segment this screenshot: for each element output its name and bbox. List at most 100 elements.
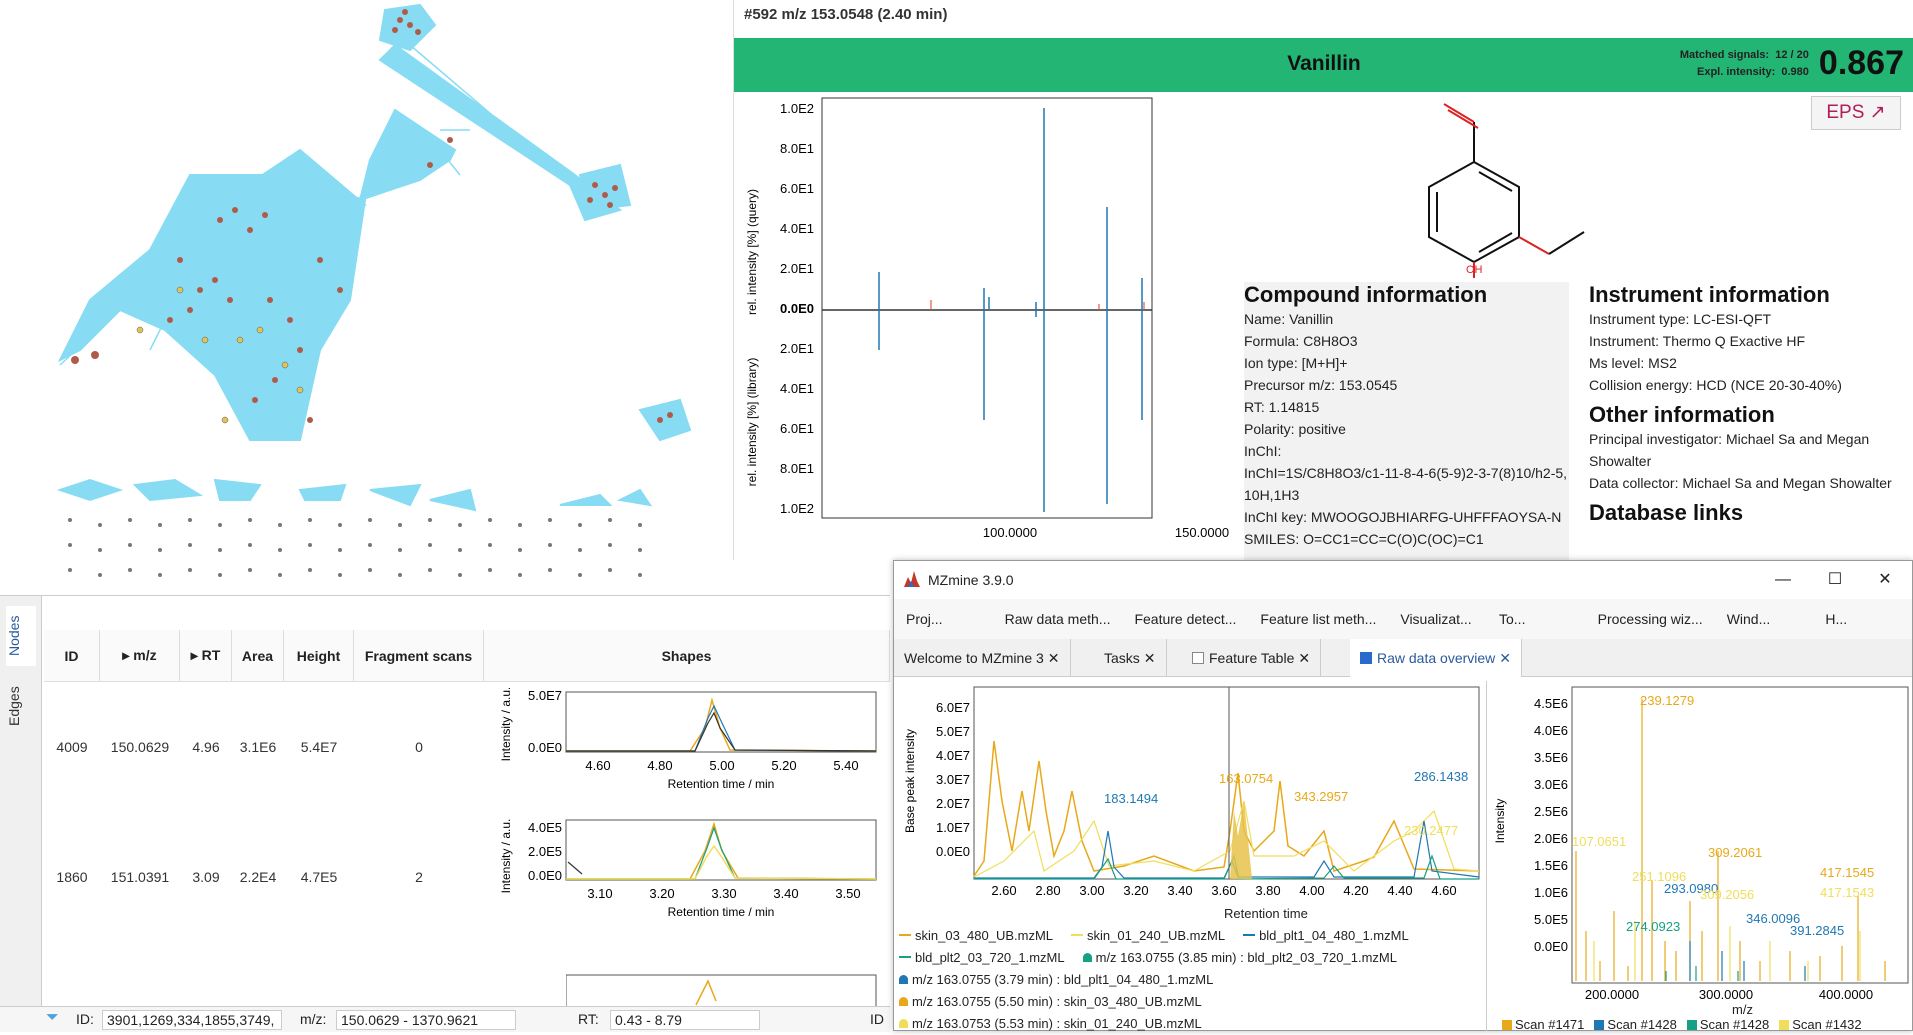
legend-item[interactable]: bld_plt1_04_480_1.mzML <box>1243 925 1409 947</box>
chrom-xtick: 2.60 <box>991 883 1016 898</box>
matched-signals-label: Matched signals: <box>1679 48 1770 61</box>
tab-tasks-label: Tasks <box>1104 650 1140 666</box>
col-header-height[interactable]: Height <box>284 630 354 682</box>
spec-ytick: 4.5E6 <box>1534 696 1568 711</box>
filter-mz-label: m/z: <box>300 1011 327 1027</box>
maximize-icon[interactable]: ☐ <box>1812 565 1858 595</box>
col-header-rt[interactable]: ▸ RT <box>180 630 232 682</box>
chromatogram-plot[interactable]: Base peak intensity 6.0E7 5.0E7 4.0E7 3.… <box>894 681 1484 903</box>
tab-tasks[interactable]: Tasks ✕ <box>1094 639 1167 677</box>
spec-peak-label: 391.2845 <box>1790 923 1844 938</box>
menu-project[interactable]: Proj... <box>894 611 993 627</box>
split-divider[interactable] <box>1486 681 1487 1031</box>
col-header-shapes[interactable]: Shapes <box>484 630 890 682</box>
menu-visualization[interactable]: Visualizat... <box>1388 611 1487 627</box>
close-tab-icon[interactable]: ✕ <box>1048 650 1060 666</box>
legend-item[interactable]: skin_01_240_UB.mzML <box>1071 925 1225 947</box>
compound-info-line: SMILES: O=CC1=CC=C(O)C(OC)=C1 <box>1244 531 1484 547</box>
score-block: Matched signals: 12 / 20 Expl. intensity… <box>1680 44 1904 83</box>
legend-item[interactable]: Scan #1432 <box>1779 1017 1862 1032</box>
chrom-xtick: 4.20 <box>1343 883 1368 898</box>
close-tab-icon[interactable]: ✕ <box>1298 650 1310 666</box>
mzmine-titlebar[interactable]: MZmine 3.9.0 — ☐ ✕ <box>894 561 1912 599</box>
tab-raw-data-overview[interactable]: Raw data overview ✕ <box>1350 639 1523 677</box>
chrom-peak-label: 343.2957 <box>1294 789 1348 804</box>
spectrum-plot[interactable]: Intensity 4.5E6 4.0E6 3.5E6 3.0E6 2.5E6 … <box>1490 681 1913 1011</box>
shape-plot-row-1[interactable]: Intensity / a.u. 5.0E7 0.0E0 4.60 4.80 5… <box>490 688 890 808</box>
checkbox-icon[interactable] <box>1192 652 1204 664</box>
col-header-area[interactable]: Area <box>232 630 284 682</box>
network-graph[interactable] <box>0 0 733 595</box>
close-tab-icon[interactable]: ✕ <box>1144 650 1156 666</box>
mirror-plot[interactable]: rel. intensity [%] (query) rel. intensit… <box>734 92 1244 562</box>
menu-bar: Proj... Raw data meth... Feature detect.… <box>894 599 1912 639</box>
spec-ytick: 3.0E6 <box>1534 777 1568 792</box>
spec-peak-label: 107.0651 <box>1572 834 1626 849</box>
chrom-ytick: 3.0E7 <box>936 772 970 787</box>
compound-info-line: InChI=1S/C8H8O3/c1-11-8-4-6(5-9)2-3-7(8)… <box>1244 465 1568 503</box>
cell-id: 1860 <box>56 869 88 885</box>
legend-item[interactable]: m/z 163.0755 (5.50 min) : skin_03_480_UB… <box>899 991 1489 1013</box>
mzmine-window[interactable]: MZmine 3.9.0 — ☐ ✕ Proj... Raw data meth… <box>893 560 1913 1032</box>
spec-ytick: 4.0E6 <box>1534 723 1568 738</box>
compound-info-line: Polarity: positive <box>1244 421 1346 437</box>
legend-item[interactable]: m/z 163.0753 (5.53 min) : skin_01_240_UB… <box>899 1013 1489 1035</box>
database-links-title: Database links <box>1589 500 1744 525</box>
tab-feature-table[interactable]: Feature Table ✕ <box>1182 639 1322 677</box>
structure-oh-label: OH <box>1466 264 1483 276</box>
tab-edges[interactable]: Edges <box>6 676 36 736</box>
menu-processing-wizard[interactable]: Processing wiz... <box>1586 611 1715 627</box>
export-eps-button[interactable]: EPS ↗ <box>1811 96 1901 130</box>
minimize-icon[interactable]: — <box>1760 565 1806 595</box>
spec-ytick: 2.5E6 <box>1534 804 1568 819</box>
tab-nodes[interactable]: Nodes <box>6 606 36 666</box>
spec-peak-label: 309.2061 <box>1708 845 1762 860</box>
ytick: 2.0E1 <box>780 261 814 276</box>
menu-raw-data-methods[interactable]: Raw data meth... <box>993 611 1123 627</box>
legend-item[interactable]: Scan #1428 <box>1594 1017 1677 1032</box>
cell-rt: 4.96 <box>192 739 220 755</box>
match-header: #592 m/z 153.0548 (2.40 min) <box>744 6 948 23</box>
chrom-ytick: 1.0E7 <box>936 820 970 835</box>
ytick: 8.0E1 <box>780 141 814 156</box>
molecular-network-view[interactable] <box>0 0 733 595</box>
tab-welcome-label: Welcome to MZmine 3 <box>904 650 1044 666</box>
shape-plot-row-2[interactable]: Intensity / a.u. 4.0E5 2.0E5 0.0E0 3.10 … <box>490 816 890 936</box>
shape-xtick: 3.50 <box>835 886 860 901</box>
spec-ytick: 0.0E0 <box>1534 939 1568 954</box>
filter-mz-input[interactable]: 150.0629 - 1370.9621 <box>336 1010 516 1030</box>
tab-welcome[interactable]: Welcome to MZmine 3 ✕ <box>894 639 1071 677</box>
menu-help[interactable]: H... <box>1813 611 1912 627</box>
legend-item[interactable]: m/z 163.0755 (3.85 min) : bld_plt2_03_72… <box>1082 947 1397 969</box>
window-title: MZmine 3.9.0 <box>928 572 1014 588</box>
legend-item[interactable]: skin_03_480_UB.mzML <box>899 925 1053 947</box>
shape-xtick: 3.40 <box>773 886 798 901</box>
menu-windows[interactable]: Wind... <box>1715 611 1814 627</box>
chrom-ytick: 0.0E0 <box>936 844 970 859</box>
close-icon[interactable]: ✕ <box>1862 565 1908 595</box>
filter-rt-input[interactable]: 0.43 - 8.79 <box>610 1010 760 1030</box>
ytick: 1.0E2 <box>780 501 814 516</box>
mirror-plot-area <box>821 97 1153 519</box>
chrom-ytick: 5.0E7 <box>936 724 970 739</box>
col-header-fragment-scans[interactable]: Fragment scans <box>354 630 484 682</box>
legend-item[interactable]: bld_plt2_03_720_1.mzML <box>899 947 1065 969</box>
menu-tools[interactable]: To... <box>1487 611 1586 627</box>
network-singletons[interactable] <box>68 518 642 577</box>
chrom-ylabel: Base peak intensity <box>903 729 917 833</box>
legend-item[interactable]: Scan #1471 <box>1502 1017 1584 1032</box>
menu-feature-detection[interactable]: Feature detect... <box>1122 611 1248 627</box>
checkbox-icon[interactable] <box>1360 652 1372 664</box>
legend-item[interactable]: Scan #1428 <box>1686 1017 1769 1032</box>
shape-xtick: 3.30 <box>711 886 736 901</box>
expl-intensity-label: Expl. intensity: <box>1697 65 1776 78</box>
legend-item[interactable]: m/z 163.0755 (3.79 min) : bld_plt1_04_48… <box>899 969 1489 991</box>
col-header-mz[interactable]: ▸ m/z <box>100 630 180 682</box>
menu-feature-list-methods[interactable]: Feature list meth... <box>1248 611 1388 627</box>
filter-icon[interactable]: ⏷ <box>46 1009 59 1027</box>
col-header-id[interactable]: ID <box>44 630 100 682</box>
filter-id-input[interactable]: 3901,1269,334,1855,3749, <box>102 1010 282 1030</box>
close-tab-icon[interactable]: ✕ <box>1499 650 1511 666</box>
compound-info-panel[interactable]: Compound information Name: Vanillin Form… <box>1244 282 1569 560</box>
shape-plot-row-3 <box>566 974 877 1006</box>
